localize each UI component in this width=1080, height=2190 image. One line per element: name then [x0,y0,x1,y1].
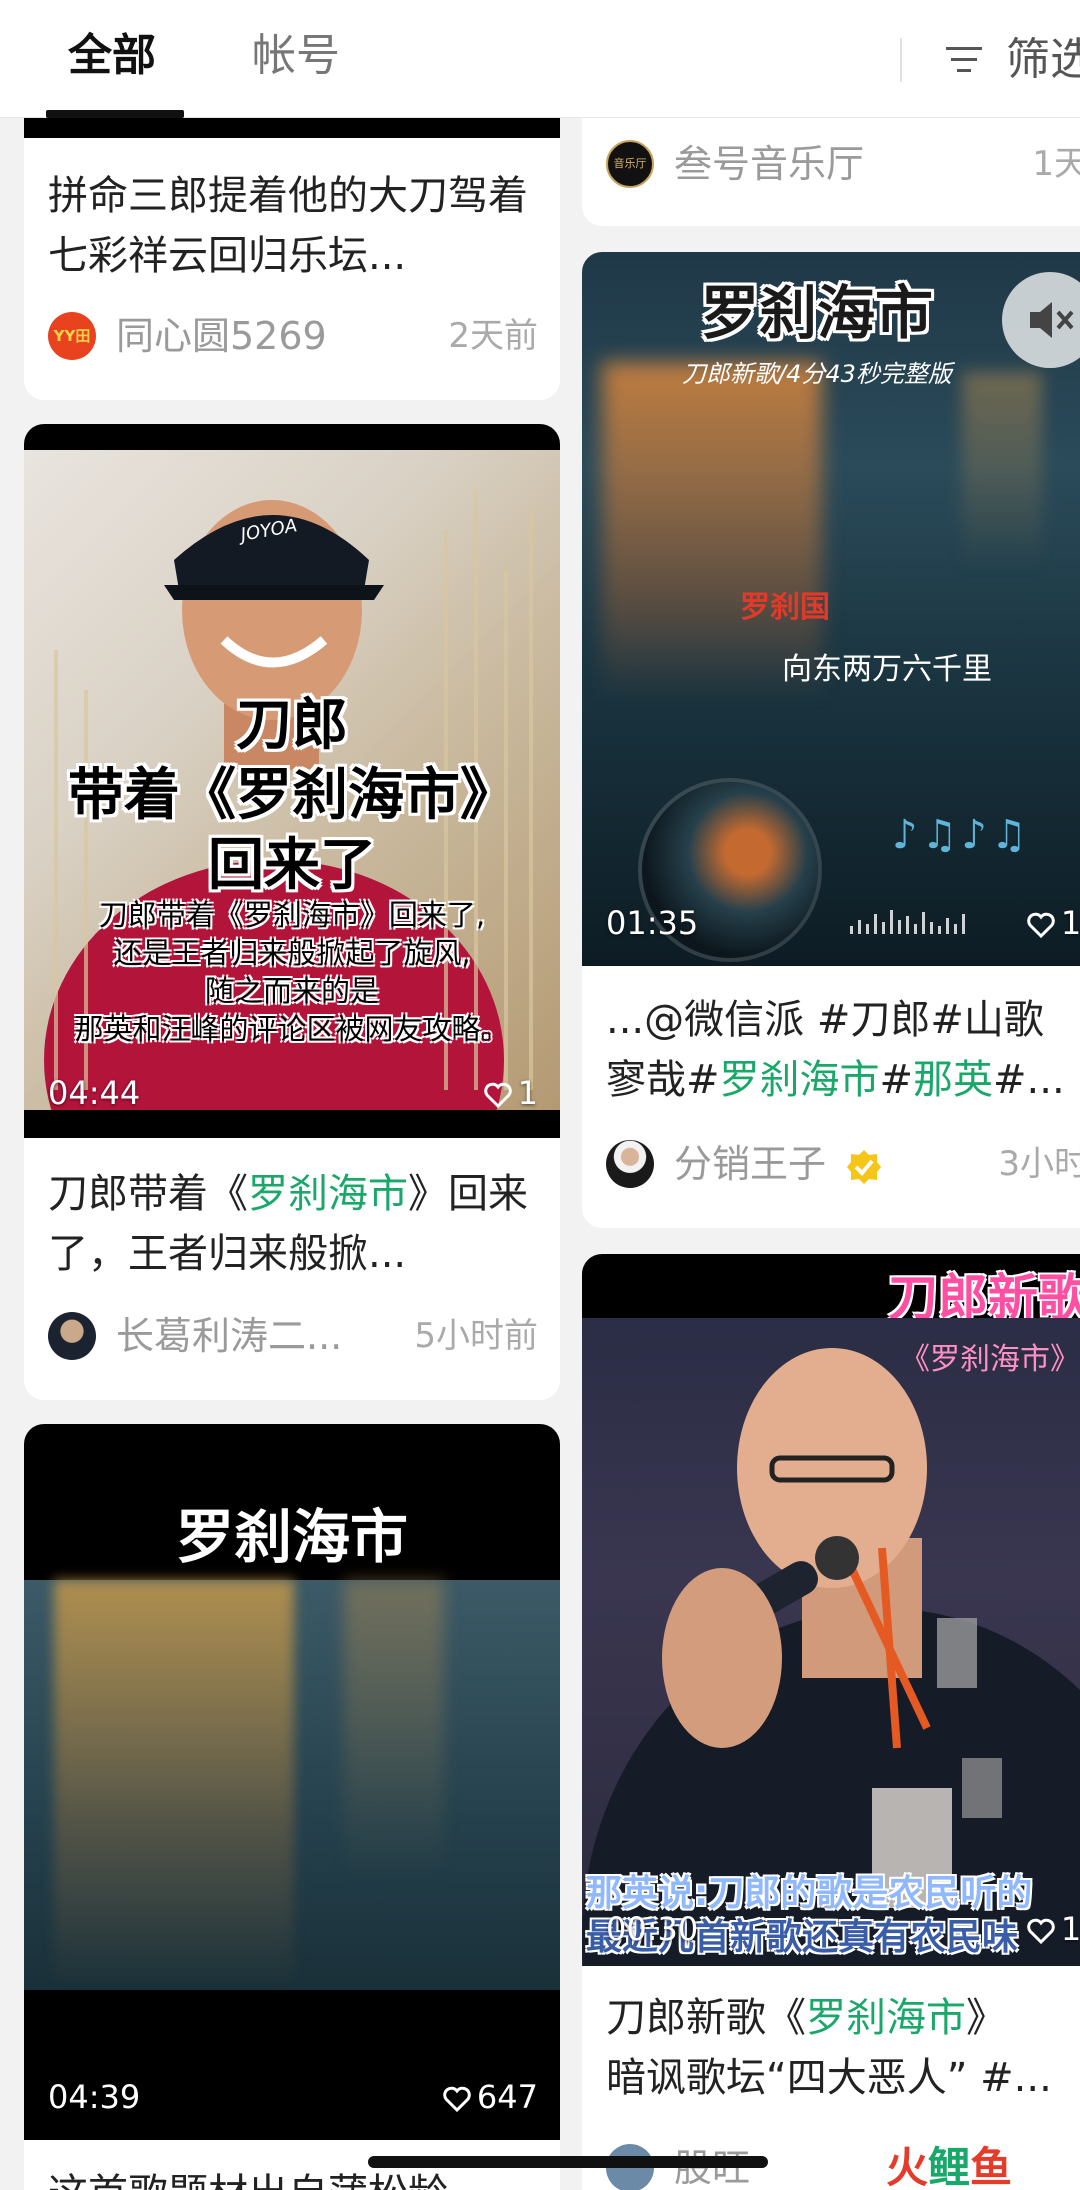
overlay-title: 罗刹海市 [175,1503,408,1571]
overlay-subtitle: 《罗刹海市》 [900,1342,1080,1377]
filter-icon[interactable] [946,45,982,75]
author-row: 分销王子 3小时前 [606,1140,1080,1188]
overlay-title: 回来了 [208,833,376,898]
like-count-value: 1 [517,1074,538,1112]
title-line: ...@微信派 #刀郎#山歌 [606,997,1044,1043]
topic-link[interactable]: 罗刹海市 [248,1171,408,1217]
overlay-subtitle: 还是王者归来般掀起了旋风, [113,936,471,970]
video-duration: 00:30 [606,1910,699,1948]
avatar[interactable]: YY田 [48,312,96,360]
like-count: 163 [1027,1910,1080,1948]
heart-icon [483,1082,512,1108]
title-text: 》 [966,1995,1006,2041]
overlay-title: 刀郎 [236,693,348,758]
video-thumbnail[interactable]: 罗刹海市 刀郎新歌/4分43秒完整版 罗刹国 向东两万六千里 ♪♫♪♫ 01:3… [582,252,1080,966]
author-row: YY田 同心圆5269 2天前 [48,312,538,360]
speaker-muted-icon [1030,302,1074,338]
post-time: 3小时前 [998,1144,1080,1184]
home-indicator[interactable] [368,2156,768,2168]
topic-link[interactable]: 罗刹海市 [806,1995,966,2041]
title-text: # [879,1057,914,1103]
active-tab-indicator [46,110,184,118]
video-title[interactable]: 刀郎新歌《罗刹海市》 暗讽歌坛“四大恶人” #... [606,1988,1080,2108]
avatar-label: YY田 [53,327,91,345]
overlay-title: 带着《罗刹海市》 [68,763,516,828]
title-text: 刀郎带着《 [48,1171,248,1217]
author-name[interactable]: 叁号音乐厅 [674,140,864,188]
like-count: 113 [1027,904,1080,942]
watermark-char: 火 [886,2143,929,2190]
watermark-char: 鱼 [970,2143,1013,2190]
lyric-line: 向东两万六千里 [782,652,992,687]
video-card[interactable]: 罗刹海市 04:39 647 这首歌题材出自蒲松龄 [24,1424,560,2190]
video-duration: 01:35 [606,904,699,942]
lyric-line: 罗刹国 [740,590,830,625]
heart-icon [443,2086,471,2112]
video-card[interactable]: 刀郎新歌 《罗刹海市》 那英说:刀郎的歌是农民听的 最近几首新歌还真有农民味 0… [582,1254,1080,2190]
author-name-text: 分销王子 [674,1142,827,1186]
author-name[interactable]: 分销王子 [674,1140,882,1188]
topic-link[interactable]: 罗刹海市 [720,1057,880,1103]
video-duration: 04:39 [48,2078,141,2116]
like-count: 647 [443,2078,538,2116]
music-notes-icon: ♪♫♪♫ [892,812,1031,858]
avatar[interactable]: 音乐厅 [606,140,654,188]
like-count: 1 [483,1074,538,1112]
like-count-value: 163 [1060,1910,1080,1948]
overlay-subtitle: 随之而来的是 [204,974,379,1008]
header-divider [900,38,902,82]
avatar[interactable] [606,1140,654,1188]
verified-badge-icon [847,1149,882,1184]
post-time: 2天前 [448,316,538,356]
post-time: 5小时前 [414,1316,538,1356]
author-row: 长葛利涛二... 5小时前 [48,1312,538,1360]
filter-button[interactable]: 筛选 [1006,30,1080,90]
video-thumbnail[interactable]: JOYOA 刀郎 带着《罗刹海市》 回来了 刀郎带着《罗刹海市》回来了, 还是王… [24,424,560,1138]
video-thumbnail[interactable]: 刀郎新歌 《罗刹海市》 那英说:刀郎的歌是农民听的 最近几首新歌还真有农民味 0… [582,1254,1080,1966]
avatar[interactable] [48,1312,96,1360]
watermark-logo: 火鲤鱼 [886,2134,1012,2190]
tab-account[interactable]: 帐号 [252,26,340,86]
overlay-subtitle: 刀郎新歌/4分43秒完整版 [682,360,952,388]
tab-all[interactable]: 全部 [68,26,156,86]
overlay-subtitle: 那英和汪峰的评论区被网友攻略。 [74,1012,510,1046]
waveform [850,910,965,934]
title-text: 刀郎新歌《 [606,1995,806,2041]
watermark-char: 鲤 [928,2143,971,2190]
title-text: 寥哉# [606,1057,720,1103]
video-title[interactable]: 拼命三郎提着他的大刀驾着七彩祥云回归乐坛... [48,166,546,286]
top-bar: 全部 帐号 筛选 [0,0,1080,118]
video-card[interactable]: 罗刹海市 刀郎新歌/4分43秒完整版 罗刹国 向东两万六千里 ♪♫♪♫ 01:3… [582,252,1080,1228]
water-image [24,1580,560,1990]
post-time: 1天前 [1032,144,1080,184]
avatar-label: 音乐厅 [613,157,647,170]
heart-icon [1027,1918,1055,1944]
video-title[interactable]: 刀郎带着《罗刹海市》回来了，王者归来般掀... [48,1164,546,1284]
title-line: 暗讽歌坛“四大恶人” #... [606,2055,1052,2101]
video-duration: 04:44 [48,1074,141,1112]
author-row: 音乐厅 叁号音乐厅 1天前 [606,140,1080,188]
author-name[interactable]: 同心圆5269 [116,312,327,360]
title-text: #... [993,1057,1065,1103]
video-thumbnail[interactable]: 罗刹海市 04:39 647 [24,1424,560,2140]
video-title[interactable]: ...@微信派 #刀郎#山歌 寥哉#罗刹海市#那英#... [606,990,1080,1110]
author-name[interactable]: 长葛利涛二... [116,1312,342,1360]
like-count-value: 113 [1060,904,1080,942]
video-card[interactable]: JOYOA 刀郎 带着《罗刹海市》 回来了 刀郎带着《罗刹海市》回来了, 还是王… [24,424,560,1400]
overlay-title: 罗刹海市 [700,279,933,347]
topic-link[interactable]: 那英 [913,1057,993,1103]
heart-icon [1027,912,1055,938]
like-count-value: 647 [476,2078,538,2116]
overlay-subtitle: 刀郎带着《罗刹海市》回来了, [98,898,486,932]
